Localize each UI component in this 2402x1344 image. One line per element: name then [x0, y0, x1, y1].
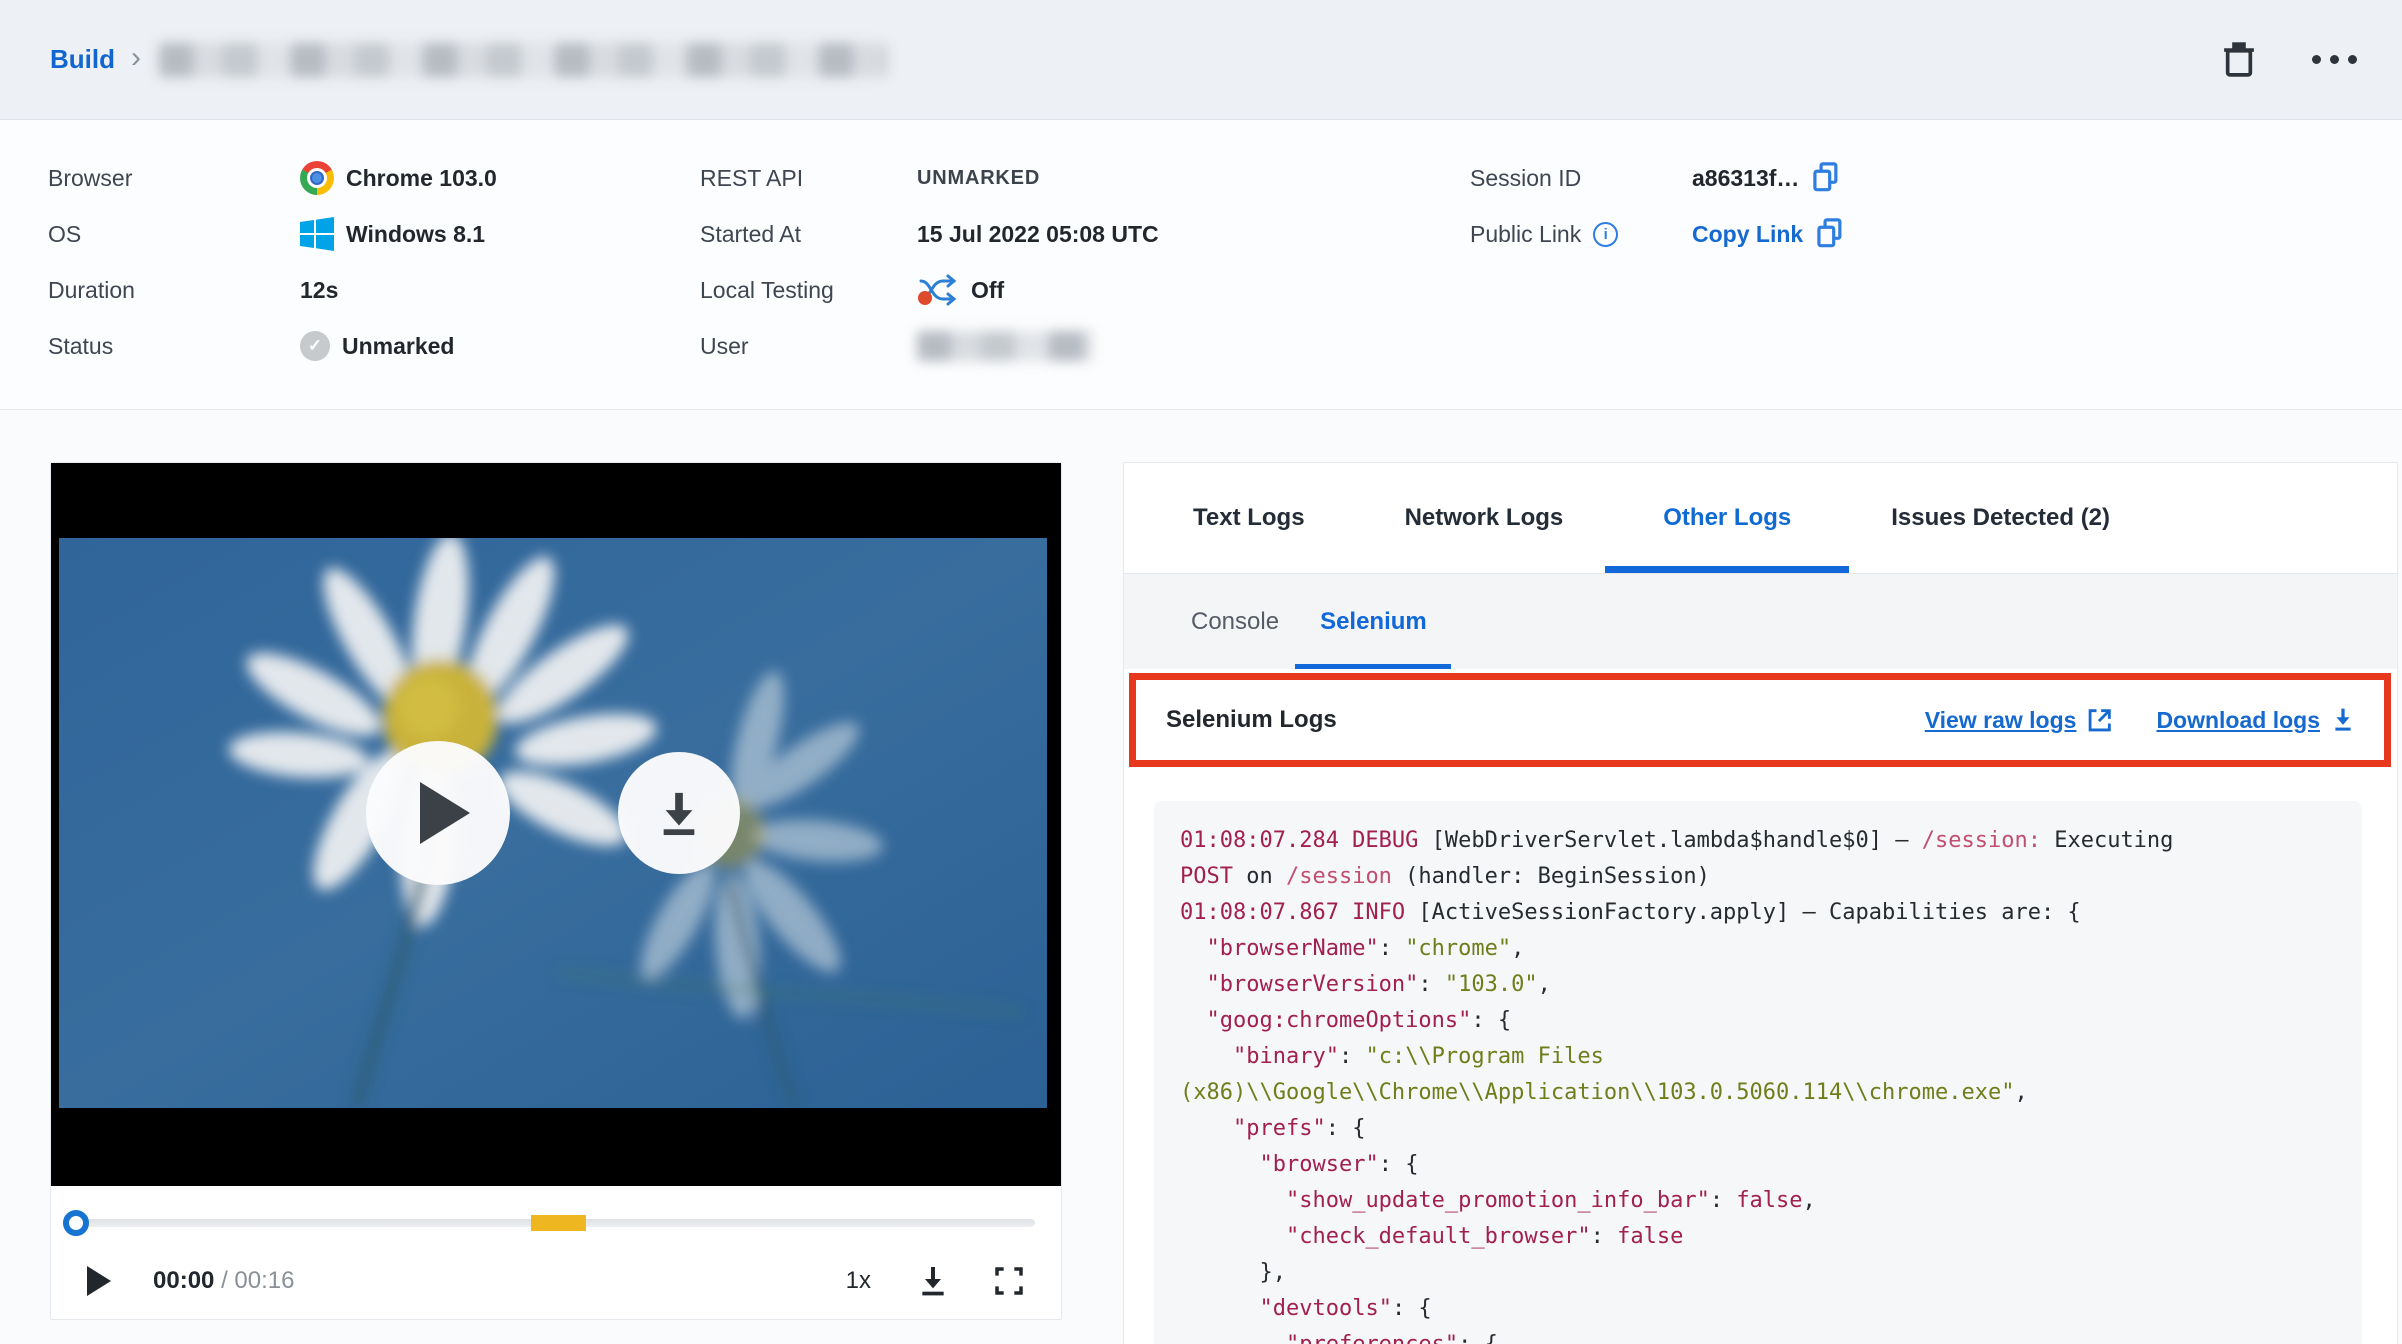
current-time: 00:00	[153, 1266, 215, 1294]
started-at-label: Started At	[700, 220, 802, 247]
video-frame-daisies	[59, 538, 1047, 1108]
rest-api-value: UNMARKED	[917, 166, 1041, 189]
trash-icon	[2222, 41, 2256, 79]
delete-session-button[interactable]	[2222, 41, 2256, 79]
logs-tab-bar: Text Logs Network Logs Other Logs Issues…	[1124, 463, 2397, 574]
log-line: },	[1180, 1260, 1286, 1285]
status-unmarked-icon: ✓	[300, 331, 330, 361]
top-bar: Build ›	[0, 0, 2402, 120]
video-marker-segment	[531, 1215, 586, 1231]
os-value: Windows 8.1	[346, 220, 486, 247]
started-at-value: 15 Jul 2022 05:08 UTC	[917, 220, 1159, 247]
copy-link-icon[interactable]	[1815, 218, 1845, 250]
duration-label: Duration	[48, 276, 135, 303]
download-icon	[2330, 706, 2356, 734]
external-link-icon	[2086, 706, 2114, 734]
video-screen[interactable]	[51, 463, 1061, 1186]
status-label: Status	[48, 332, 114, 359]
video-progress-row	[51, 1186, 1061, 1248]
log-line: 01:08:07.284 DEBUG [WebDriverServlet.lam…	[1180, 828, 2174, 853]
video-play-overlay-button[interactable]	[366, 741, 510, 885]
log-line: "browser": {	[1259, 1152, 1419, 1177]
fullscreen-button[interactable]	[993, 1265, 1025, 1297]
subtab-selenium[interactable]: Selenium	[1320, 574, 1427, 669]
view-raw-logs-link[interactable]: View raw logs	[1925, 706, 2115, 734]
meta-row-local-testing: Local Testing Off	[700, 262, 1470, 318]
session-id-label: Session ID	[1470, 164, 1582, 191]
tab-text-logs[interactable]: Text Logs	[1193, 463, 1305, 573]
tab-network-logs[interactable]: Network Logs	[1405, 463, 1564, 573]
more-options-button[interactable]	[2312, 55, 2357, 64]
session-id-value: a86313f…	[1692, 164, 1800, 191]
log-line: "show_update_promotion_info_bar": false,	[1285, 1188, 1816, 1213]
log-line: POST on /session (handler: BeginSession)	[1180, 864, 1710, 889]
breadcrumb-build-link[interactable]: Build	[50, 44, 115, 75]
copy-session-id-icon[interactable]	[1811, 162, 1841, 194]
logs-panel: Text Logs Network Logs Other Logs Issues…	[1123, 462, 2398, 1344]
selenium-logs-title: Selenium Logs	[1166, 706, 1337, 733]
log-line: "prefs": {	[1232, 1116, 1366, 1141]
meta-row-rest-api: REST API UNMARKED	[700, 150, 1470, 206]
meta-row-browser: Browser Chrome 103.0	[48, 150, 700, 206]
chrome-icon	[300, 161, 334, 195]
download-video-button[interactable]	[917, 1264, 949, 1298]
session-metadata: Browser Chrome 103.0 OS Windows 8.1 Dura…	[0, 120, 2402, 410]
video-seek-knob[interactable]	[63, 1210, 89, 1236]
user-value-redacted	[917, 331, 1092, 361]
video-download-overlay-button[interactable]	[618, 752, 740, 874]
total-duration: 00:16	[234, 1266, 295, 1294]
video-seek-bar[interactable]	[63, 1210, 1035, 1236]
breadcrumb-chevron-icon: ›	[131, 40, 141, 74]
meta-row-status: Status ✓ Unmarked	[48, 318, 700, 374]
tab-issues-detected[interactable]: Issues Detected (2)	[1891, 463, 2110, 573]
playback-speed-button[interactable]: 1x	[846, 1267, 871, 1295]
log-line: "devtools": {	[1259, 1296, 1432, 1321]
log-line: "goog:chromeOptions": {	[1206, 1008, 1512, 1033]
meta-row-user: User	[700, 318, 1470, 374]
local-testing-label: Local Testing	[700, 276, 834, 303]
meta-row-session-id: Session ID a86313f…	[1470, 150, 2402, 206]
rest-api-label: REST API	[700, 164, 804, 191]
windows-icon	[300, 217, 334, 251]
log-line: "preferences": {	[1180, 1327, 2336, 1344]
play-button[interactable]	[87, 1265, 111, 1296]
meta-row-os: OS Windows 8.1	[48, 206, 700, 262]
os-label: OS	[48, 220, 82, 247]
meta-row-public-link: Public Link i Copy Link	[1470, 206, 2402, 262]
info-icon[interactable]: i	[1593, 221, 1619, 247]
log-line: "browserName": "chrome",	[1206, 936, 1525, 961]
local-testing-value: Off	[971, 276, 1005, 303]
status-value: Unmarked	[342, 332, 455, 359]
subtab-console[interactable]: Console	[1191, 574, 1279, 669]
log-line: 01:08:07.867 INFO [ActiveSessionFactory.…	[1180, 900, 2081, 925]
video-player-card: 00:00 / 00:16 1x	[50, 462, 1062, 1320]
meta-row-started-at: Started At 15 Jul 2022 05:08 UTC	[700, 206, 1470, 262]
selenium-log-output[interactable]: 01:08:07.284 DEBUG [WebDriverServlet.lam…	[1154, 801, 2362, 1344]
local-testing-shuffle-icon	[917, 272, 959, 308]
meta-row-duration: Duration 12s	[48, 262, 700, 318]
play-icon	[420, 782, 470, 844]
log-line: "check_default_browser": false	[1285, 1224, 1684, 1249]
log-line: "browserVersion": "103.0",	[1206, 972, 1551, 997]
public-link-label: Public Link	[1470, 220, 1582, 247]
kebab-menu-icon	[2312, 55, 2357, 64]
download-icon	[656, 789, 702, 837]
annotation-highlight-red-box: Selenium Logs View raw logs Download log…	[1129, 673, 2391, 767]
breadcrumb-session-title-redacted	[159, 42, 887, 77]
video-controls: 00:00 / 00:16 1x	[51, 1248, 1061, 1319]
other-logs-subtab-bar: Console Selenium	[1124, 574, 2397, 669]
user-label: User	[700, 332, 749, 359]
copy-link-button[interactable]: Copy Link	[1692, 221, 1803, 248]
log-line: (x86)\\Google\\Chrome\\Application\\103.…	[1180, 1080, 2028, 1105]
browser-value: Chrome 103.0	[346, 164, 497, 191]
tab-other-logs[interactable]: Other Logs	[1663, 463, 1791, 573]
time-separator: /	[221, 1266, 235, 1294]
download-logs-link[interactable]: Download logs	[2156, 706, 2356, 734]
log-line: "binary": "c:\\Program Files	[1232, 1044, 1604, 1069]
browser-label: Browser	[48, 164, 133, 191]
duration-value: 12s	[300, 276, 339, 303]
